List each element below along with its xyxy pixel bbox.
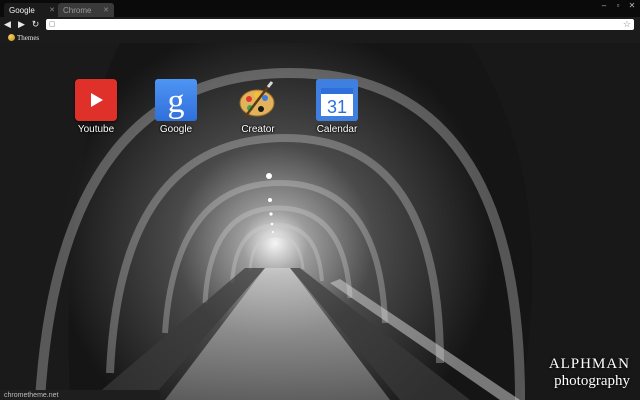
- app-label: Google: [159, 124, 193, 135]
- close-icon[interactable]: ✕: [628, 2, 636, 10]
- tab-title: Chrome: [63, 5, 92, 15]
- bookmark-label: Themes: [17, 33, 40, 42]
- maximize-icon[interactable]: ▫: [614, 2, 622, 10]
- theme-icon: [8, 34, 15, 41]
- google-icon[interactable]: g: [155, 79, 197, 121]
- close-tab-icon[interactable]: ✕: [49, 7, 55, 14]
- bookmark-themes[interactable]: Themes: [8, 32, 39, 43]
- omnibox[interactable]: ▢ ☆: [46, 19, 634, 30]
- youtube-icon[interactable]: [75, 79, 117, 121]
- app-google[interactable]: g Google: [144, 79, 208, 135]
- close-tab-icon[interactable]: ✕: [103, 7, 109, 14]
- tab-title: Google: [9, 5, 35, 15]
- reload-icon[interactable]: ↻: [29, 18, 42, 31]
- tab-google[interactable]: Google ✕: [4, 3, 60, 17]
- watermark-line1: ALPHMAN: [548, 356, 630, 372]
- tab-chrome[interactable]: Chrome ✕: [58, 3, 114, 17]
- tab-strip: Google ✕ Chrome ✕ – ▫ ✕: [0, 0, 640, 17]
- watermark-line2: photography: [554, 373, 630, 389]
- calendar-day: 31: [327, 97, 347, 117]
- palette-icon[interactable]: [237, 79, 279, 121]
- photographer-watermark: ALPHMAN photography: [549, 356, 630, 390]
- app-label: Calendar: [316, 124, 358, 135]
- app-youtube[interactable]: Youtube: [64, 79, 128, 135]
- page-icon: ▢: [49, 21, 56, 28]
- window-controls: – ▫ ✕: [600, 2, 636, 10]
- toolbar: ◀ ▶ ↻ ▢ ☆: [0, 17, 640, 32]
- bookmarks-bar: Themes: [0, 32, 640, 43]
- forward-arrow-icon[interactable]: ▶: [15, 18, 28, 31]
- app-label: Youtube: [77, 124, 115, 135]
- status-url: chrometheme.net: [4, 391, 59, 399]
- new-tab-page: Youtube g Google Creator 31 Calendar ALP…: [0, 43, 640, 400]
- minimize-icon[interactable]: –: [600, 2, 608, 10]
- app-creator[interactable]: Creator: [226, 79, 290, 135]
- svg-text:g: g: [168, 83, 185, 120]
- star-icon[interactable]: ☆: [623, 19, 631, 30]
- address-input[interactable]: [58, 19, 618, 30]
- status-bar: chrometheme.net: [0, 390, 160, 400]
- calendar-icon[interactable]: 31: [316, 79, 358, 121]
- app-calendar[interactable]: 31 Calendar: [305, 79, 369, 135]
- app-label: Creator: [241, 124, 275, 135]
- back-arrow-icon[interactable]: ◀: [1, 18, 14, 31]
